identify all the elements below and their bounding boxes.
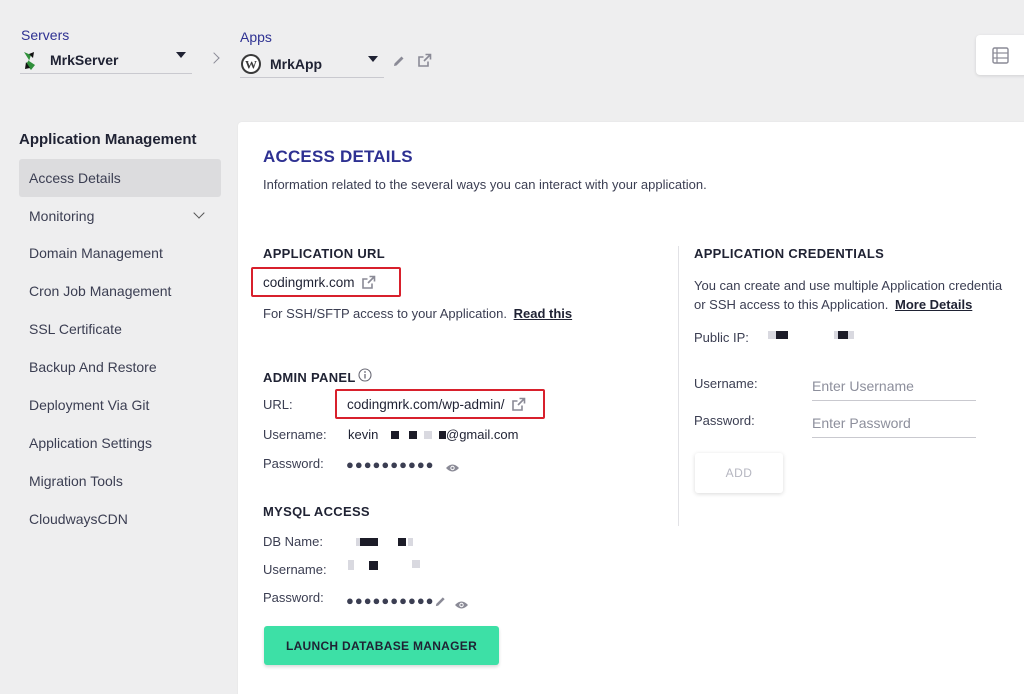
sidebar-item-deployment-via-git[interactable]: Deployment Via Git (19, 386, 221, 424)
db-name-label: DB Name: (263, 534, 323, 549)
server-selector[interactable]: MrkServer (20, 46, 192, 74)
page-description: Information related to the several ways … (263, 177, 707, 192)
admin-password-label: Password: (263, 456, 324, 471)
info-icon[interactable] (358, 368, 372, 387)
redacted-db-name (356, 534, 426, 548)
application-url-heading: APPLICATION URL (263, 246, 385, 261)
admin-url-label: URL: (263, 397, 293, 412)
db-username-label: Username: (263, 562, 327, 577)
db-password-label: Password: (263, 590, 324, 605)
sidebar-item-label: Access Details (29, 170, 121, 186)
admin-username-suffix: @gmail.com (446, 427, 519, 442)
app-selector[interactable]: W MrkApp (240, 50, 384, 78)
server-list-icon (992, 47, 1009, 69)
application-credentials-heading: APPLICATION CREDENTIALS (694, 246, 885, 261)
sidebar-item-ssl-certificate[interactable]: SSL Certificate (19, 310, 221, 348)
page-title: ACCESS DETAILS (263, 147, 413, 166)
cred-username-input[interactable]: Enter Username (812, 378, 976, 401)
read-this-link[interactable]: Read this (514, 306, 573, 321)
server-logo-icon (20, 49, 42, 71)
wordpress-icon: W (240, 53, 262, 75)
sidebar-item-application-settings[interactable]: Application Settings (19, 424, 221, 462)
sidebar-item-label: CloudwaysCDN (29, 511, 128, 527)
servers-label: Servers (21, 27, 70, 43)
open-app-external-link-icon[interactable] (417, 53, 432, 73)
admin-url-link[interactable]: codingmrk.com/wp-admin/ (347, 397, 505, 412)
mysql-access-heading: MYSQL ACCESS (263, 504, 370, 519)
access-details-panel: ACCESS DETAILS Information related to th… (238, 122, 1024, 694)
server-dropdown-caret-icon[interactable] (176, 52, 186, 58)
edit-db-password-pencil-icon[interactable] (434, 595, 447, 613)
svg-text:W: W (245, 57, 257, 71)
application-url-highlight: codingmrk.com (251, 267, 401, 297)
sidebar-item-label: Domain Management (29, 245, 163, 261)
admin-username-label: Username: (263, 427, 327, 442)
launch-database-manager-button[interactable]: LAUNCH DATABASE MANAGER (264, 626, 499, 665)
sidebar-item-domain-management[interactable]: Domain Management (19, 234, 221, 272)
admin-panel-heading: ADMIN PANEL (263, 370, 356, 385)
sidebar-item-label: Deployment Via Git (29, 397, 150, 413)
panel-toggle-button[interactable] (976, 35, 1024, 75)
cred-username-label: Username: (694, 376, 758, 391)
sidebar-item-label: SSL Certificate (29, 321, 122, 337)
breadcrumb-chevron-icon (208, 52, 220, 64)
sidebar-item-migration-tools[interactable]: Migration Tools (19, 462, 221, 500)
admin-username-prefix: kevin (348, 427, 379, 442)
show-password-eye-icon[interactable] (445, 460, 460, 478)
sidebar-item-label: Application Settings (29, 435, 152, 451)
admin-url-highlight: codingmrk.com/wp-admin/ (335, 389, 545, 419)
sidebar-item-cloudwayscdn[interactable]: CloudwaysCDN (19, 500, 221, 538)
external-link-icon[interactable] (361, 275, 376, 290)
show-db-password-eye-icon[interactable] (454, 597, 469, 615)
apps-label: Apps (240, 29, 272, 45)
sidebar-title: Application Management (19, 131, 197, 148)
sidebar-item-backup-and-restore[interactable]: Backup And Restore (19, 348, 221, 386)
credentials-desc-line1: You can create and use multiple Applicat… (694, 278, 1003, 293)
public-ip-label: Public IP: (694, 330, 749, 345)
chevron-down-icon[interactable] (193, 207, 205, 219)
add-credentials-button[interactable]: ADD (695, 453, 783, 493)
edit-app-pencil-icon[interactable] (392, 54, 406, 73)
db-password-masked: ●●●●●●●●●● (346, 593, 435, 608)
app-dropdown-caret-icon[interactable] (368, 56, 378, 62)
more-details-link[interactable]: More Details (895, 297, 972, 312)
admin-password-masked: ●●●●●●●●●● (346, 457, 435, 472)
sidebar-item-cron-job-management[interactable]: Cron Job Management (19, 272, 221, 310)
cred-password-input[interactable]: Enter Password (812, 415, 976, 438)
column-divider (678, 246, 679, 526)
server-name: MrkServer (50, 51, 119, 68)
app-name: MrkApp (270, 55, 323, 72)
sidebar-item-label: Backup And Restore (29, 359, 157, 375)
sidebar-item-label: Migration Tools (29, 473, 123, 489)
sidebar-item-label: Cron Job Management (29, 283, 172, 299)
redacted-db-username (348, 558, 428, 572)
credentials-desc-line2: or SSH access to this Application. (694, 297, 889, 312)
sidebar-item-monitoring[interactable]: Monitoring (19, 197, 221, 235)
redacted-public-ip (768, 328, 868, 342)
sidebar-item-access-details[interactable]: Access Details (19, 159, 221, 197)
external-link-icon[interactable] (511, 397, 526, 412)
sidebar-item-label: Monitoring (29, 208, 95, 224)
ssh-note: For SSH/SFTP access to your Application. (263, 306, 507, 321)
application-url-link[interactable]: codingmrk.com (263, 275, 355, 290)
cred-password-label: Password: (694, 413, 755, 428)
